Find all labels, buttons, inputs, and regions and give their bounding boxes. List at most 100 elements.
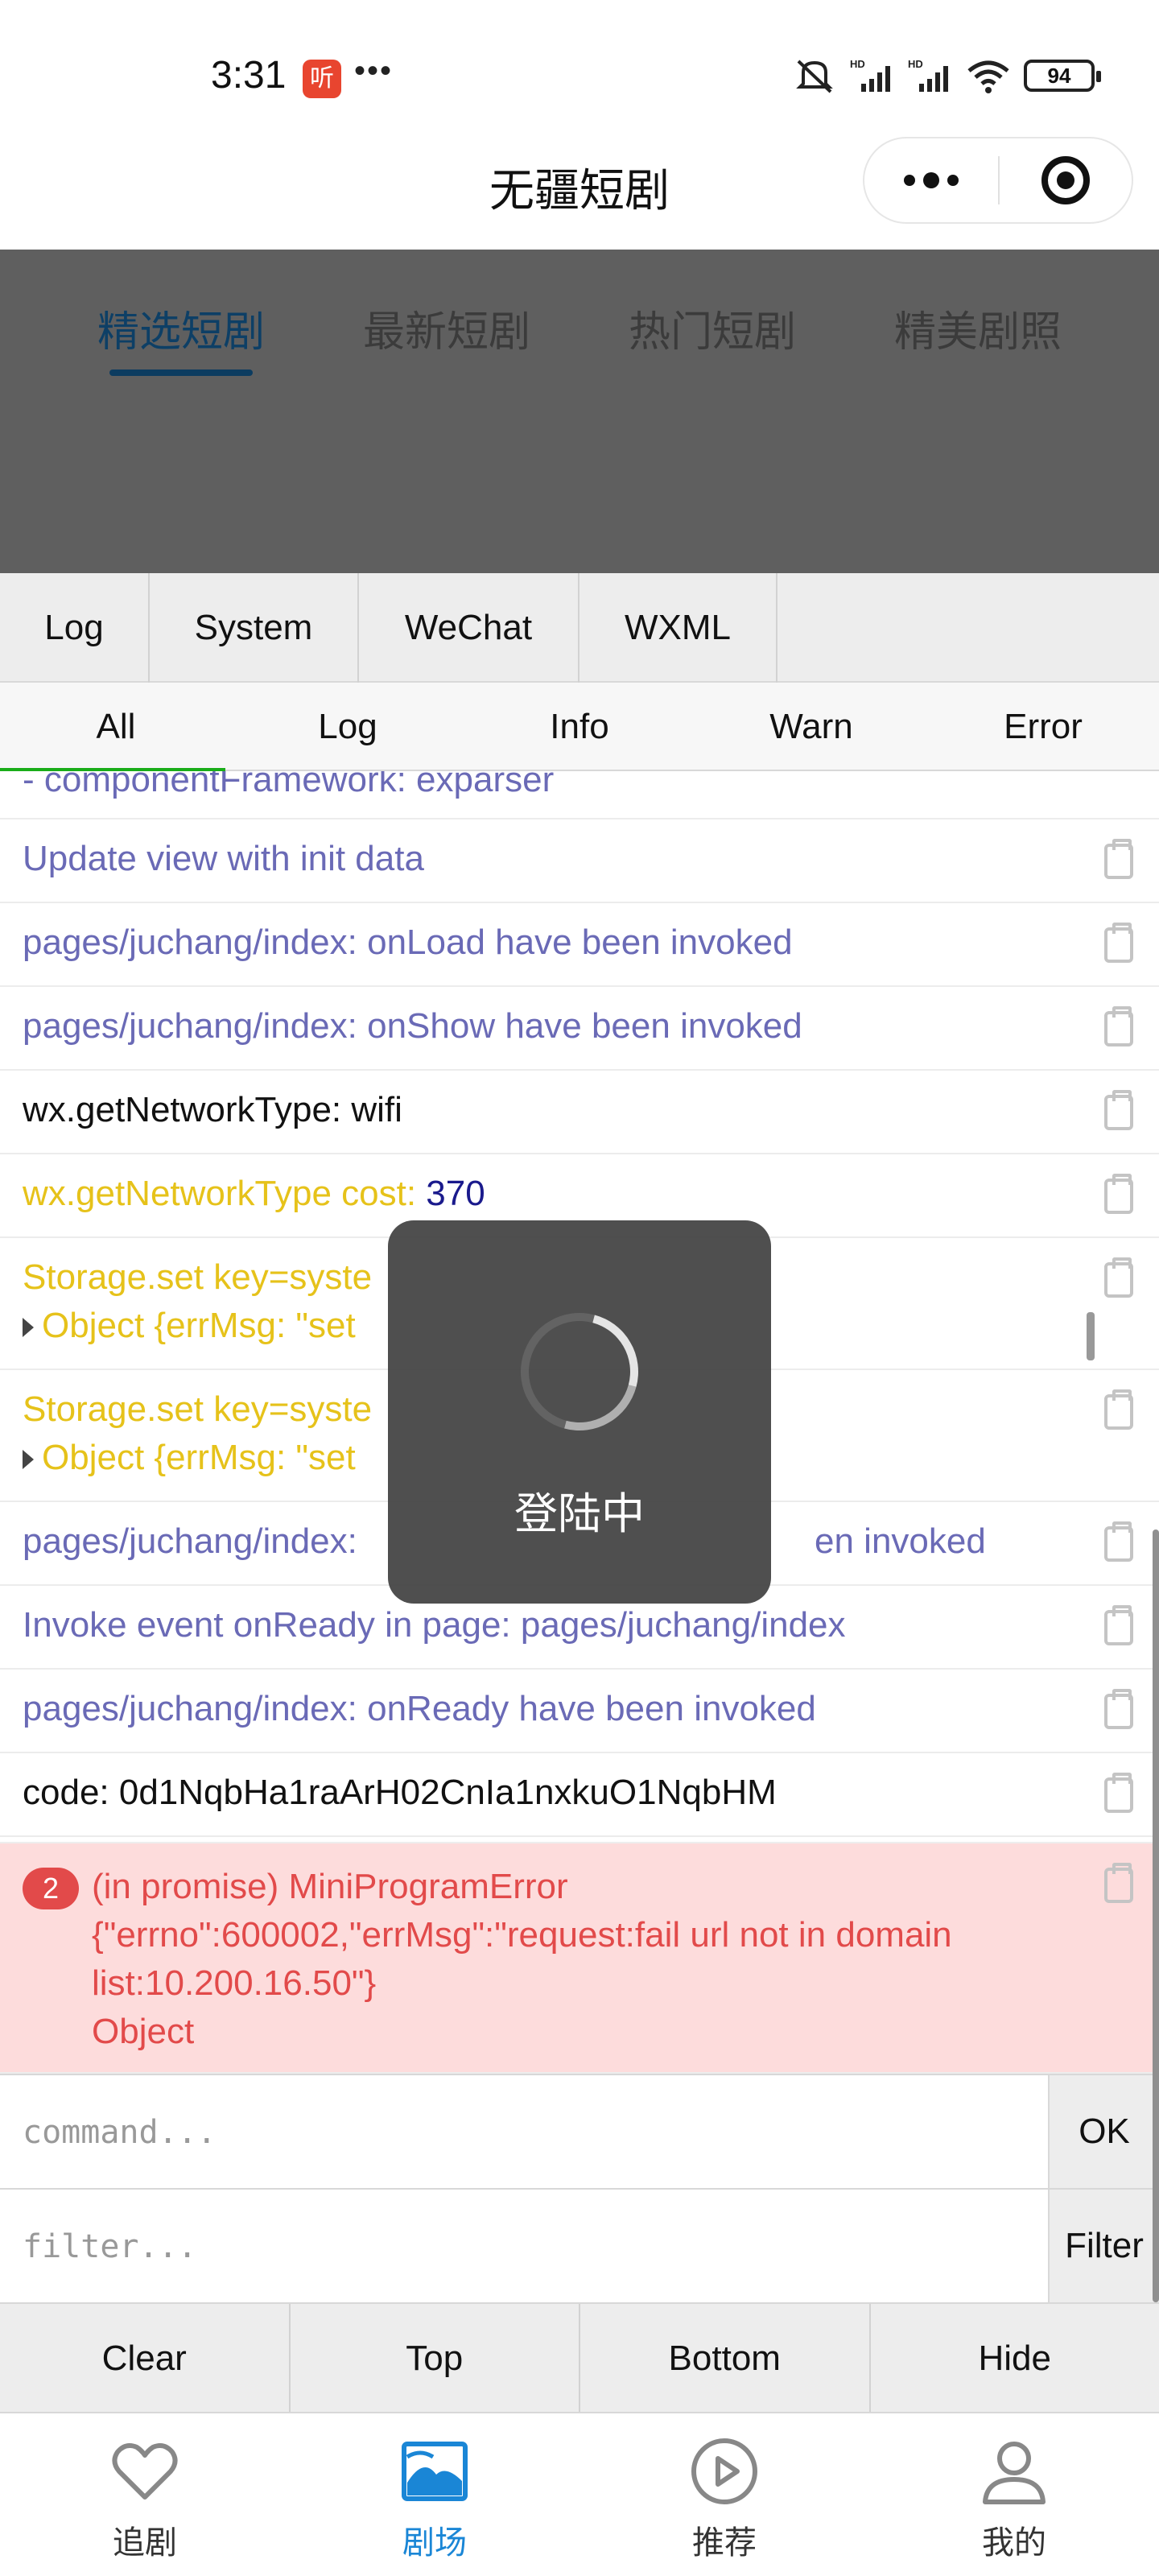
status-time: 3:31 — [211, 54, 287, 97]
expand-arrow-icon — [23, 1318, 34, 1338]
battery-icon: 94 — [1024, 60, 1101, 92]
user-icon — [983, 2442, 1046, 2504]
filter-button[interactable]: Filter — [1048, 2190, 1159, 2302]
vconsole-tab-wechat[interactable]: WeChat — [359, 573, 580, 683]
log-text: en invoked — [815, 1521, 986, 1561]
log-text: wx.getNetworkType: wifi — [23, 1090, 402, 1129]
copy-icon[interactable] — [1104, 1174, 1133, 1214]
copy-icon[interactable] — [1104, 1389, 1133, 1430]
close-miniprogram-button[interactable] — [1000, 137, 1132, 224]
log-text: wx.getNetworkType cost: 370 — [23, 1174, 485, 1213]
copy-icon[interactable] — [1104, 1689, 1133, 1729]
tab-latest[interactable]: 最新短剧 — [314, 298, 580, 358]
page-scrollbar[interactable] — [1153, 1530, 1159, 2302]
top-button[interactable]: Top — [291, 2304, 580, 2412]
bottom-button[interactable]: Bottom — [580, 2304, 871, 2412]
picture-icon — [402, 2442, 468, 2501]
ok-button[interactable]: OK — [1048, 2075, 1159, 2188]
log-text: code: 0d1NqbHa1raArH02CnIa1nxkuO1NqbHM — [23, 1773, 777, 1812]
copy-icon[interactable] — [1104, 1257, 1133, 1298]
more-dot-icon — [947, 175, 959, 186]
subtab-error[interactable]: Error — [927, 683, 1159, 770]
log-row: pages/juchang/index: onShow have been in… — [0, 987, 1159, 1071]
loading-spinner-icon — [499, 1291, 660, 1452]
copy-icon[interactable] — [1104, 1773, 1133, 1813]
subtab-warn[interactable]: Warn — [695, 683, 927, 770]
subtab-info[interactable]: Info — [464, 683, 695, 770]
vconsole-tab-log[interactable]: Log — [0, 573, 150, 683]
subtab-all[interactable]: All — [0, 683, 232, 771]
vconsole-tab-wxml[interactable]: WXML — [580, 573, 777, 683]
signal-hd-icon: HD — [850, 58, 890, 92]
bottom-tab-bar: 追剧 剧场 推荐 我的 — [0, 2413, 1159, 2576]
log-text: Invoke event onReady in page: pages/juch… — [23, 1605, 846, 1645]
page-content-overlay: 精选短剧 最新短剧 热门短剧 精美剧照 — [0, 250, 1159, 573]
menu-capsule — [863, 137, 1133, 224]
hide-button[interactable]: Hide — [871, 2304, 1159, 2412]
log-object[interactable]: Object {errMsg: "set — [23, 1306, 356, 1346]
log-row: - componentFramework: exparser — [0, 771, 1159, 819]
play-icon — [691, 2438, 757, 2504]
error-message: (in promise) MiniProgramError {"errno":6… — [92, 1867, 952, 2051]
copy-icon[interactable] — [1104, 923, 1133, 963]
log-filter-tabs: All Log Info Warn Error — [0, 683, 1159, 771]
tab-hot[interactable]: 热门短剧 — [580, 298, 845, 358]
more-notifications-icon: ••• — [354, 53, 394, 89]
tab-stills[interactable]: 精美剧照 — [845, 298, 1111, 358]
heart-icon — [112, 2443, 178, 2500]
copy-icon[interactable] — [1104, 1006, 1133, 1046]
log-number: 370 — [426, 1174, 485, 1213]
log-text: - componentFramework: exparser — [23, 771, 555, 799]
tab-featured[interactable]: 精选短剧 — [48, 298, 314, 376]
category-tabs: 精选短剧 最新短剧 热门短剧 精美剧照 — [0, 298, 1159, 376]
tab-label: 剧场 — [402, 2525, 467, 2561]
more-button[interactable] — [864, 137, 998, 224]
copy-icon[interactable] — [1104, 1605, 1133, 1645]
command-bar: OK — [0, 2074, 1159, 2190]
inner-scrollbar[interactable] — [1087, 1312, 1095, 1360]
status-bar: 3:31 听 ••• HD HD 94 — [0, 0, 1159, 137]
tab-label: 推荐 — [692, 2525, 757, 2561]
log-text: pages/juchang/index: — [23, 1521, 357, 1561]
status-icons: HD HD 94 — [792, 56, 1101, 95]
command-input[interactable] — [23, 2104, 1021, 2161]
vconsole-toolbar: Clear Top Bottom Hide — [0, 2304, 1159, 2413]
tab-follow[interactable]: 追剧 — [0, 2413, 290, 2576]
svg-text:HD: HD — [850, 58, 865, 70]
log-row: code: 0d1NqbHa1raArH02CnIa1nxkuO1NqbHM — [0, 1753, 1159, 1837]
log-text: Storage.set key=syste — [23, 1389, 373, 1429]
copy-icon[interactable] — [1104, 1521, 1133, 1562]
subtab-log[interactable]: Log — [232, 683, 464, 770]
error-log-row: 2 (in promise) MiniProgramError {"errno"… — [0, 1843, 1159, 2074]
log-text: pages/juchang/index: onShow have been in… — [23, 1006, 802, 1046]
tab-recommend[interactable]: 推荐 — [580, 2413, 869, 2576]
wifi-icon — [967, 60, 1009, 93]
log-object[interactable]: Object {errMsg: "set — [23, 1438, 356, 1478]
vconsole-tab-system[interactable]: System — [150, 573, 359, 683]
tab-label: 我的 — [982, 2525, 1046, 2561]
target-icon — [1041, 156, 1090, 204]
log-row: pages/juchang/index: onLoad have been in… — [0, 903, 1159, 987]
filter-input[interactable] — [23, 2219, 1021, 2275]
app-notification-icon: 听 — [303, 60, 341, 98]
error-count-badge: 2 — [23, 1868, 79, 1909]
log-text: pages/juchang/index: onReady have been i… — [23, 1689, 816, 1728]
log-row: Update view with init data — [0, 819, 1159, 903]
log-row: wx.getNetworkType: wifi — [0, 1071, 1159, 1154]
more-dot-icon — [904, 175, 915, 186]
copy-icon[interactable] — [1104, 1090, 1133, 1130]
copy-icon[interactable] — [1104, 839, 1133, 879]
log-text: Update view with init data — [23, 839, 424, 878]
nav-bar: 无疆短剧 — [0, 137, 1159, 250]
copy-icon[interactable] — [1104, 1863, 1133, 1903]
log-text: pages/juchang/index: onLoad have been in… — [23, 923, 793, 962]
clear-button[interactable]: Clear — [0, 2304, 291, 2412]
expand-arrow-icon — [23, 1450, 34, 1470]
log-text: Storage.set key=syste — [23, 1257, 373, 1297]
mute-icon — [796, 60, 833, 93]
filter-bar: Filter — [0, 2190, 1159, 2304]
tab-label: 追剧 — [113, 2525, 177, 2561]
tab-theater[interactable]: 剧场 — [290, 2413, 580, 2576]
tab-mine[interactable]: 我的 — [869, 2413, 1159, 2576]
svg-text:HD: HD — [908, 58, 923, 70]
